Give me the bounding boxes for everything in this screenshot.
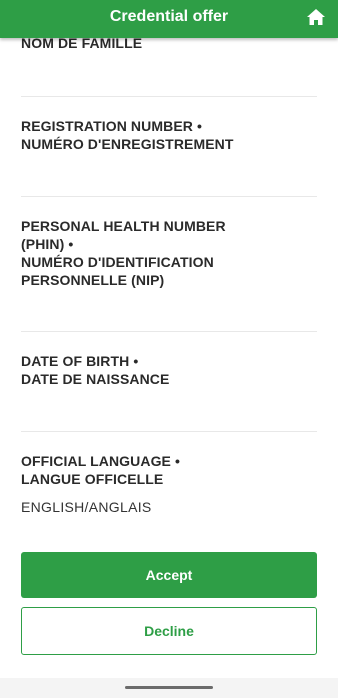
official-language-label-fr: LANGUE OFFICELLE	[21, 471, 164, 487]
home-icon[interactable]	[306, 8, 326, 26]
action-area: Accept Decline	[0, 538, 338, 684]
divider	[21, 431, 317, 432]
system-navigation-bar	[0, 678, 338, 698]
date-of-birth-label-fr: DATE DE NAISSANCE	[21, 371, 170, 387]
page-title: Credential offer	[109, 8, 229, 25]
phin-label-line2: (PHIN) •	[21, 236, 74, 252]
registration-number-label-en: REGISTRATION NUMBER •	[21, 118, 202, 134]
official-language-label-en: OFFICIAL LANGUAGE •	[21, 453, 180, 469]
app-header: Credential offer	[0, 0, 338, 38]
phin-label-line1: PERSONAL HEALTH NUMBER	[21, 218, 226, 234]
divider	[21, 196, 317, 197]
registration-number-label-fr: NUMÉRO D'ENREGISTREMENT	[21, 136, 234, 152]
accept-button[interactable]: Accept	[21, 552, 317, 598]
divider	[21, 96, 317, 97]
decline-button[interactable]: Decline	[21, 607, 317, 655]
date-of-birth-label-en: DATE OF BIRTH •	[21, 353, 139, 369]
home-gesture-handle[interactable]	[125, 686, 213, 689]
phin-label-line4: PERSONNELLE (NIP)	[21, 272, 165, 288]
phin-label-line3: NUMÉRO D'IDENTIFICATION	[21, 254, 214, 270]
official-language-value: ENGLISH/ANGLAIS	[21, 499, 152, 515]
divider	[21, 331, 317, 332]
